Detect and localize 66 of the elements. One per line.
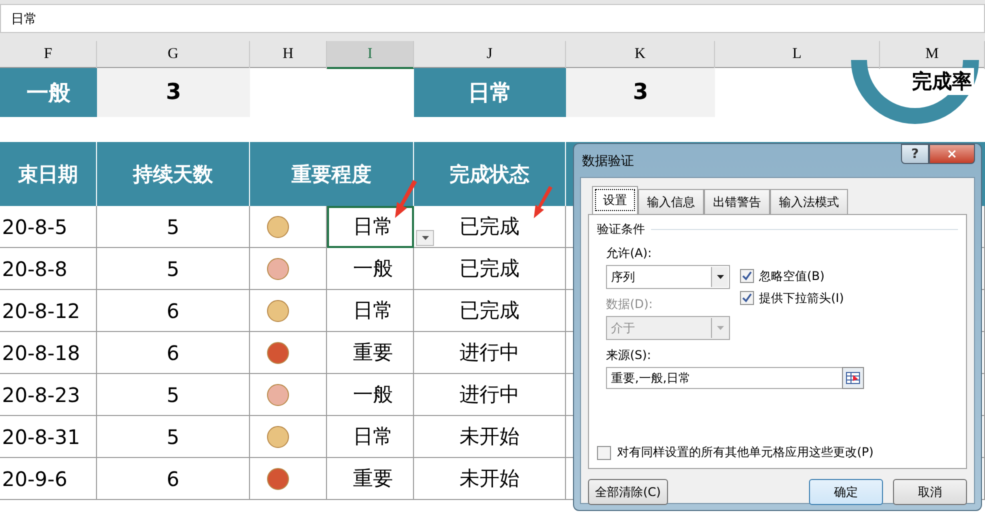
section-title: 验证条件 (597, 221, 645, 238)
table-cell: 20-8-18 (2, 340, 80, 364)
table-cell: 未开始 (460, 423, 520, 450)
column-heading: 完成状态 (414, 142, 566, 206)
table-cell[interactable]: 重要 (327, 332, 414, 374)
table-cell: 未开始 (460, 465, 520, 492)
table-cell: 6 (166, 298, 180, 322)
table-cell[interactable]: 一般 (327, 374, 414, 416)
source-field[interactable]: 重要,一般,日常 (606, 367, 842, 389)
summary-label: 一般 (0, 68, 97, 117)
tab[interactable]: 输入信息 (638, 189, 704, 214)
table-cell: 20-8-5 (2, 214, 68, 238)
clear-all-button[interactable]: 全部清除(C) (588, 479, 668, 505)
table-cell: 6 (166, 466, 180, 490)
caret-icon (716, 275, 724, 279)
table-cell: 5 (166, 382, 180, 406)
summary-value: 3 (97, 68, 250, 117)
tab[interactable]: 出错警告 (704, 189, 770, 214)
checkbox-label: 忽略空值(B) (759, 268, 825, 284)
table-cell: 已完成 (460, 297, 520, 324)
range-select-icon (846, 372, 860, 384)
range-picker-button[interactable] (842, 367, 864, 389)
formula-bar[interactable]: 日常 (0, 4, 985, 33)
checkbox-label: 对有同样设置的所有其他单元格应用这些更改(P) (617, 444, 874, 461)
tab[interactable]: 设置 (592, 186, 638, 214)
table-cell: 5 (166, 214, 180, 238)
table-cell: 5 (166, 424, 180, 448)
field-label: 数据(D): (606, 296, 654, 313)
field-label: 来源(S): (605, 347, 652, 364)
table-cell: 20-8-31 (2, 424, 80, 448)
ok-button[interactable]: 确定 (809, 479, 883, 505)
field-label: 允许(A): (606, 245, 653, 262)
table-cell[interactable]: 一般 (327, 248, 414, 290)
table-cell[interactable]: 日常 (327, 416, 414, 458)
table-cell[interactable]: 重要 (327, 458, 414, 500)
checkbox[interactable] (740, 291, 754, 305)
checkbox[interactable] (740, 269, 754, 283)
table-cell: 进行中 (460, 381, 520, 408)
caret-icon (716, 326, 724, 330)
chart-label: 完成率 (910, 68, 974, 95)
table-cell: 已完成 (460, 255, 520, 282)
checkbox[interactable] (597, 446, 611, 460)
table-cell[interactable]: 日常 (327, 290, 414, 332)
table-cell: 20-8-12 (2, 298, 80, 322)
summary-label: 日常 (414, 68, 566, 117)
table-cell: 已完成 (460, 213, 520, 240)
cancel-button[interactable]: 取消 (893, 479, 967, 505)
table-cell: 6 (166, 340, 180, 364)
column-header[interactable]: I (327, 41, 414, 69)
dialog-title: 数据验证 (581, 152, 634, 170)
allow-dropdown[interactable]: 序列 (606, 265, 730, 289)
table-cell: 20-8-8 (2, 256, 68, 280)
column-heading: 束日期 (0, 142, 97, 206)
summary-value: 3 (566, 68, 715, 117)
table-cell: 5 (166, 256, 180, 280)
column-heading: 重要程度 (250, 142, 414, 206)
dropdown-button[interactable] (416, 230, 434, 246)
checkbox-label: 提供下拉箭头(I) (759, 290, 844, 306)
column-heading: 持续天数 (97, 142, 250, 206)
table-cell: 进行中 (460, 339, 520, 366)
tab[interactable]: 输入法模式 (770, 189, 848, 214)
table-cell: 20-9-6 (2, 466, 68, 490)
selected-cell[interactable]: 日常 (327, 206, 414, 248)
table-cell: 20-8-23 (2, 382, 80, 406)
help-button[interactable]: ? (901, 144, 929, 164)
caret-icon (422, 236, 428, 240)
